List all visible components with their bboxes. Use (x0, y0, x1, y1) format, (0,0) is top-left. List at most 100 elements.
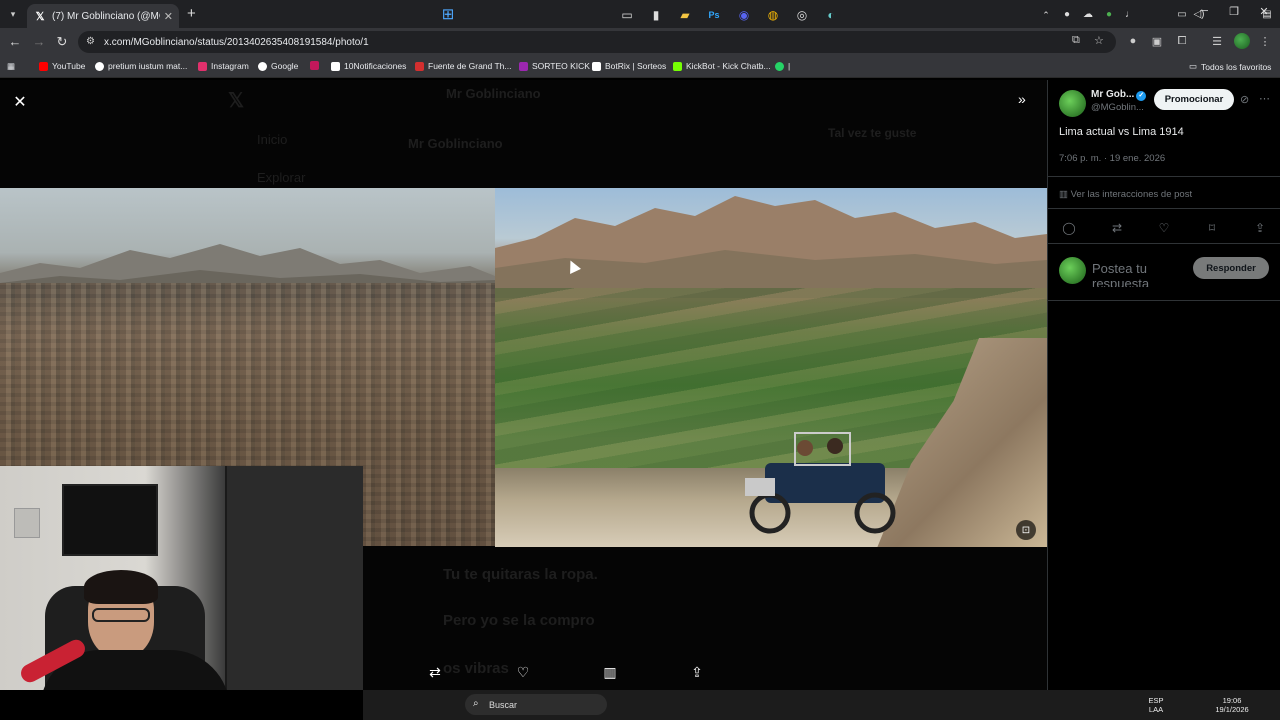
user-avatar (1059, 257, 1086, 284)
bookmark-youtube[interactable]: YouTube (39, 61, 85, 71)
tab-search-button[interactable]: ▾ (5, 6, 21, 22)
image-badge-icon[interactable]: ⊡ (1016, 520, 1036, 540)
search-icon: ⌕ (473, 698, 479, 709)
clock[interactable]: 19:06 19/1/2026 (1210, 696, 1254, 714)
whatsapp-icon (775, 61, 784, 71)
bookmark-icon[interactable]: ⌑ (1204, 221, 1220, 235)
chevron-up-icon[interactable]: ⌃ (1038, 7, 1054, 23)
photo-lima-1914[interactable] (495, 188, 1047, 547)
reply-icon[interactable]: ◯ (1061, 221, 1077, 235)
more-options-icon[interactable]: ⋯ (1259, 92, 1270, 105)
verified-badge-icon: ✓ (1136, 91, 1147, 101)
vintage-car (745, 432, 896, 534)
bookmark-star-icon[interactable]: ☆ (1094, 34, 1104, 47)
x-logo-icon: 𝕏 (35, 10, 45, 23)
x-logo-icon (331, 61, 340, 71)
bookmark-sorteo-kick[interactable]: SORTEO KICK (519, 61, 590, 71)
forward-icon[interactable]: → (31, 34, 47, 49)
view-interactions-link[interactable]: ▥ Ver las interacciones de post (1059, 189, 1192, 200)
app-icon[interactable]: ◐ (823, 7, 839, 23)
reply-button[interactable]: Responder (1193, 257, 1269, 279)
bookmark-pretium[interactable]: pretium iustum mat... (95, 61, 187, 71)
bookmark-botrix[interactable]: BotRix | Sorteos (592, 61, 666, 71)
author-name[interactable]: Mr Gob... ✓ (1091, 89, 1147, 101)
apps-grid-icon[interactable]: ▦ (7, 61, 15, 72)
menu-kebab-icon[interactable]: ⋮ (1258, 35, 1272, 48)
webcam-overlay (0, 466, 363, 690)
kick-icon (519, 61, 528, 71)
media-control-icon[interactable]: ☰ (1210, 35, 1224, 48)
promote-button[interactable]: Promocionar (1154, 89, 1234, 110)
tab-close-icon[interactable]: ✕ (164, 10, 173, 23)
chrome-icon[interactable]: ◍ (765, 7, 781, 23)
bookmark-google[interactable]: Google (258, 61, 298, 71)
divider (1048, 176, 1280, 177)
language-indicator[interactable]: ESP LAA (1143, 696, 1169, 714)
views-icon[interactable]: ▥ (600, 664, 620, 681)
reload-icon[interactable]: ↻ (54, 34, 70, 50)
bookmark-whatsapp[interactable]: | (775, 61, 790, 71)
tray-icon[interactable]: ● (1101, 7, 1117, 23)
share-icon[interactable]: ⇪ (1252, 221, 1268, 235)
install-app-icon[interactable]: ⧉ (1072, 34, 1080, 47)
repost-icon[interactable]: ⇄ (1109, 221, 1125, 235)
close-viewer-icon[interactable]: ✕ (13, 92, 27, 112)
divider (1048, 243, 1280, 244)
reply-input[interactable]: Postea tu respuesta (1092, 261, 1182, 287)
restore-button[interactable]: ❐ (1224, 5, 1244, 18)
bookmark-pink[interactable] (310, 61, 323, 70)
active-tab[interactable]: 𝕏 (7) Mr Goblinciano (@MGoblinciano) ✕ (27, 4, 179, 28)
app-icon[interactable]: ▮ (648, 7, 664, 23)
task-view-icon[interactable]: ▭ (619, 7, 635, 23)
microphone-icon[interactable]: ♩ (1122, 7, 1138, 23)
like-icon[interactable]: ♡ (513, 664, 533, 681)
extensions-puzzle-icon[interactable]: ⧠ (1175, 35, 1189, 48)
extension-icon-2[interactable]: ▣ (1150, 35, 1164, 48)
notifications-icon[interactable]: ▤ (1259, 7, 1275, 23)
ghost-nav-home: Inicio (257, 132, 288, 147)
network-icon[interactable]: ▭ (1174, 7, 1190, 23)
share-icon[interactable]: ⇪ (687, 664, 707, 681)
youtube-icon (39, 61, 48, 71)
site-info-icon[interactable]: ⚙ (86, 36, 95, 47)
wall-tv (62, 484, 158, 556)
windows-start-icon[interactable]: ⊞ (440, 7, 456, 23)
collapse-panel-icon[interactable]: » (1018, 91, 1026, 107)
grok-icon[interactable]: ⊘ (1240, 93, 1249, 106)
profile-avatar[interactable] (1234, 33, 1250, 49)
discord-icon[interactable]: ◉ (736, 7, 752, 23)
bookmark-kickbot[interactable]: KickBot - Kick Chatb... (673, 61, 771, 71)
analytics-icon: ▥ (1059, 189, 1071, 200)
ghost-nav-explore: Explorar (257, 170, 306, 185)
address-bar[interactable]: ⚙ x.com/MGoblinciano/status/201340263540… (78, 31, 1116, 53)
google-icon (95, 61, 104, 71)
author-avatar[interactable] (1059, 90, 1086, 117)
obs-icon[interactable]: ◎ (794, 7, 810, 23)
bookmark-instagram[interactable]: Instagram (198, 61, 249, 71)
repost-icon[interactable]: ⇄ (425, 664, 445, 681)
all-bookmarks[interactable]: ▭ Todos los favoritos (1189, 61, 1271, 72)
browser-toolbar: ← → ↻ ⚙ x.com/MGoblinciano/status/201340… (0, 28, 1280, 56)
tray-icon[interactable]: ☁ (1080, 7, 1096, 23)
new-tab-button[interactable]: + (187, 5, 196, 22)
photoshop-icon[interactable]: Ps (706, 7, 722, 23)
author-handle[interactable]: @MGoblin... (1091, 102, 1144, 113)
post-timestamp[interactable]: 7:06 p. m. · 19 ene. 2026 (1059, 153, 1165, 164)
back-icon[interactable]: ← (7, 34, 23, 49)
like-icon[interactable]: ♡ (1156, 221, 1172, 235)
wall-poster (14, 508, 40, 538)
file-explorer-icon[interactable]: ▰ (677, 7, 693, 23)
ghost-profile-name: Mr Goblinciano (408, 136, 503, 151)
bookmark-pink-icon (310, 61, 319, 70)
taskbar-search[interactable]: ⌕ Buscar (465, 694, 607, 715)
extension-icon[interactable]: ● (1126, 35, 1140, 47)
ghost-caption-3: os vibras (443, 660, 509, 677)
instagram-icon (198, 61, 207, 71)
bookmark-gta[interactable]: Fuente de Grand Th... (415, 61, 511, 71)
botrix-icon (592, 61, 601, 71)
mountains-right (495, 196, 1047, 298)
volume-icon[interactable]: ◁) (1191, 7, 1207, 23)
bookmark-notificaciones[interactable]: 10Notificaciones (331, 61, 406, 71)
taskbar-search-label: Buscar (489, 699, 518, 710)
tray-icon[interactable]: ● (1059, 7, 1075, 23)
